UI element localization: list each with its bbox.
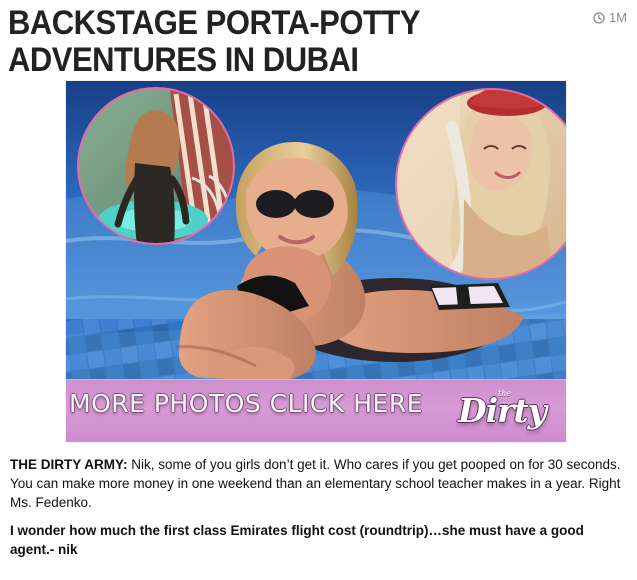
clock-icon [593,12,605,24]
hero-photo-link[interactable]: MORE PHOTOS CLICK HERE the Dirty [66,81,566,442]
article-title: BACKSTAGE PORTA-POTTY ADVENTURES IN DUBA… [8,2,420,80]
more-photos-text: MORE PHOTOS CLICK HERE [69,389,423,418]
lead-label: THE DIRTY ARMY: [10,457,128,472]
more-photos-banner[interactable]: MORE PHOTOS CLICK HERE the Dirty [66,379,566,442]
time-ago: 1M [608,10,627,25]
article-body: THE DIRTY ARMY: Nik, some of you girls d… [10,455,628,559]
brand-main-text: Dirty [458,391,547,430]
lead-paragraph: THE DIRTY ARMY: Nik, some of you girls d… [10,455,628,512]
closing-paragraph: I wonder how much the first class Emirat… [10,523,584,557]
the-dirty-logo: the Dirty [456,388,554,432]
post-time: 1M [593,11,627,25]
article-page: BACKSTAGE PORTA-POTTY ADVENTURES IN DUBA… [0,0,637,580]
